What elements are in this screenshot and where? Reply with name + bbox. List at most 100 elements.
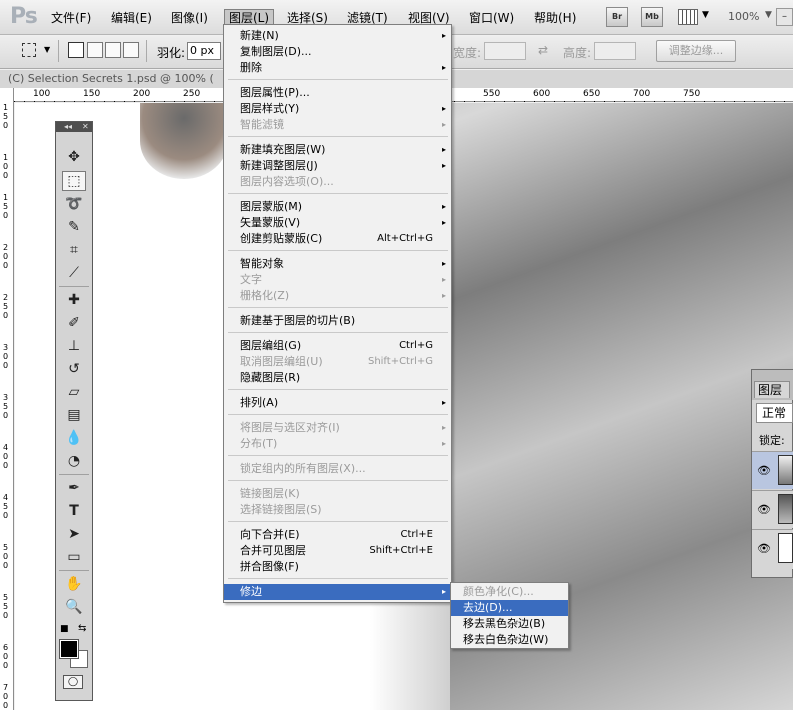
type-tool-icon[interactable]: T — [62, 501, 86, 521]
menu-item-delete[interactable]: 删除 ▸ — [224, 60, 451, 76]
swap-icon[interactable]: ⇄ — [538, 43, 548, 57]
ruler-tick: 7 0 0 — [3, 683, 9, 710]
collapse-icon[interactable]: ◂◂ — [64, 122, 72, 132]
gradient-tool-icon[interactable]: ▤ — [62, 405, 86, 425]
ruler-tick: 2 5 0 — [3, 293, 9, 320]
foreground-color-swatch[interactable] — [59, 639, 79, 659]
blur-tool-icon[interactable]: 💧 — [62, 428, 86, 448]
quick-select-tool-icon[interactable]: ✎ — [62, 217, 86, 237]
subtract-selection-icon[interactable] — [105, 42, 121, 58]
menu-item-layer-properties[interactable]: 图层属性(P)... — [224, 85, 451, 101]
menu-file[interactable]: 文件(F) — [47, 9, 95, 27]
menu-image[interactable]: 图像(I) — [167, 9, 212, 27]
submenu-arrow-icon: ▸ — [441, 398, 446, 407]
menu-item-new-fill-layer[interactable]: 新建填充图层(W) ▸ — [224, 142, 451, 158]
width-input[interactable] — [484, 42, 526, 60]
quick-mask-icon[interactable]: ◯ — [63, 675, 83, 689]
layer-thumbnail[interactable] — [778, 494, 793, 524]
menu-item-matting[interactable]: 修边 ▸ — [224, 584, 451, 600]
layer-thumbnail[interactable] — [778, 455, 793, 485]
brush-tool-icon[interactable]: ✐ — [62, 313, 86, 333]
chevron-down-icon[interactable]: ▼ — [765, 10, 772, 20]
bridge-button[interactable]: Br — [606, 7, 628, 27]
healing-brush-tool-icon[interactable]: ✚ — [62, 290, 86, 310]
menu-item-group-layers[interactable]: 图层编组(G) Ctrl+G — [224, 338, 451, 354]
eyedropper-tool-icon[interactable]: ⟋ — [62, 263, 86, 283]
submenu-arrow-icon: ▸ — [441, 145, 446, 154]
menu-item-merge-visible[interactable]: 合并可见图层 Shift+Ctrl+E — [224, 543, 451, 559]
height-input[interactable] — [594, 42, 636, 60]
ruler-tick: 100 — [33, 89, 51, 99]
feather-input[interactable]: 0 px — [187, 42, 221, 60]
history-brush-tool-icon[interactable]: ↺ — [62, 359, 86, 379]
submenu-arrow-icon: ▸ — [441, 104, 446, 113]
menu-item-flatten-image[interactable]: 拼合图像(F) — [224, 559, 451, 575]
submenu-arrow-icon: ▸ — [441, 259, 446, 268]
menu-item-arrange[interactable]: 排列(A) ▸ — [224, 395, 451, 411]
submenu-arrow-icon: ▸ — [441, 291, 446, 300]
submenu-arrow-icon: ▸ — [441, 218, 446, 227]
submenu-arrow-icon: ▸ — [441, 120, 446, 129]
height-label: 高度: — [563, 46, 592, 60]
default-colors-icon[interactable]: ■ — [60, 624, 69, 634]
document-title[interactable]: (C) Selection Secrets 1.psd @ 100% ( — [8, 72, 214, 85]
menu-item-ungroup-layers: 取消图层编组(U) Shift+Ctrl+G — [240, 355, 433, 368]
menu-edit[interactable]: 编辑(E) — [107, 9, 156, 27]
intersect-selection-icon[interactable] — [123, 42, 139, 58]
menu-item-layer-style[interactable]: 图层样式(Y) ▸ — [224, 101, 451, 117]
zoom-tool-icon[interactable]: 🔍 — [62, 597, 86, 617]
path-select-tool-icon[interactable]: ➤ — [62, 524, 86, 544]
lasso-tool-icon[interactable]: ➰ — [62, 194, 86, 214]
menu-item-duplicate-layer[interactable]: 复制图层(D)... — [224, 44, 451, 60]
menu-item-hide-layers[interactable]: 隐藏图层(R) — [224, 370, 451, 386]
swap-colors-icon[interactable]: ⇆ — [78, 623, 86, 634]
ruler-tick: 3 0 0 — [3, 343, 9, 370]
tab-layers[interactable]: 图层 — [754, 381, 790, 398]
menu-item-layer-mask[interactable]: 图层蒙版(M) ▸ — [224, 199, 451, 215]
eye-icon[interactable]: 👁 — [757, 464, 771, 477]
filmstrip-icon[interactable] — [678, 9, 698, 25]
refine-edge-button[interactable]: 调整边缘... — [656, 40, 736, 62]
eye-icon[interactable]: 👁 — [757, 542, 771, 555]
pen-tool-icon[interactable]: ✒ — [62, 478, 86, 498]
menu-item-new-adjustment-layer[interactable]: 新建调整图层(J) ▸ — [224, 158, 451, 174]
clone-stamp-tool-icon[interactable]: ⊥ — [62, 336, 86, 356]
rect-marquee-tool-icon[interactable]: ⬚ — [62, 171, 86, 191]
menu-separator — [228, 79, 448, 80]
zoom-level[interactable]: 100% — [728, 10, 759, 23]
layer-thumbnail[interactable] — [778, 533, 793, 563]
menu-item-new-layer-slice[interactable]: 新建基于图层的切片(B) — [224, 313, 451, 329]
new-selection-icon[interactable] — [68, 42, 84, 58]
menu-item-create-clipping-mask[interactable]: 创建剪贴蒙版(C) Alt+Ctrl+G — [224, 231, 451, 247]
menu-item-remove-black-matte[interactable]: 移去黑色杂边(B) — [451, 616, 568, 632]
close-icon[interactable]: ✕ — [82, 122, 89, 132]
move-tool-icon[interactable]: ✥ — [62, 147, 86, 167]
ruler-tick: 5 0 0 — [3, 543, 9, 570]
menu-window[interactable]: 窗口(W) — [465, 9, 518, 27]
menu-help[interactable]: 帮助(H) — [530, 9, 580, 27]
ruler-tick: 4 0 0 — [3, 443, 9, 470]
add-selection-icon[interactable] — [87, 42, 103, 58]
shape-tool-icon[interactable]: ▭ — [62, 547, 86, 567]
dodge-tool-icon[interactable]: ◔ — [62, 451, 86, 471]
menu-item-vector-mask[interactable]: 矢量蒙版(V) ▸ — [224, 215, 451, 231]
crop-tool-icon[interactable]: ⌗ — [62, 240, 86, 260]
ruler-tick: 250 — [183, 89, 201, 99]
menu-item-smart-objects[interactable]: 智能对象 ▸ — [224, 256, 451, 272]
feather-label: 羽化: — [157, 46, 186, 60]
chevron-down-icon[interactable]: ▼ — [702, 10, 709, 20]
eraser-tool-icon[interactable]: ▱ — [62, 382, 86, 402]
minimize-icon[interactable]: – — [776, 8, 793, 26]
blend-mode-select[interactable]: 正常 — [756, 403, 793, 423]
menu-item-color-decontaminate: 颜色净化(C)... — [463, 585, 534, 598]
menu-item-remove-white-matte[interactable]: 移去白色杂边(W) — [451, 632, 568, 648]
eye-icon[interactable]: 👁 — [757, 503, 771, 516]
menu-item-defringe[interactable]: 去边(D)... — [451, 600, 568, 616]
mini-bridge-button[interactable]: Mb — [641, 7, 663, 27]
menu-item-new[interactable]: 新建(N) ▸ — [224, 28, 451, 44]
menu-separator — [228, 521, 448, 522]
marquee-icon[interactable] — [22, 43, 36, 57]
chevron-down-icon[interactable]: ▼ — [44, 45, 50, 54]
hand-tool-icon[interactable]: ✋ — [62, 574, 86, 594]
menu-item-merge-down[interactable]: 向下合并(E) Ctrl+E — [224, 527, 451, 543]
